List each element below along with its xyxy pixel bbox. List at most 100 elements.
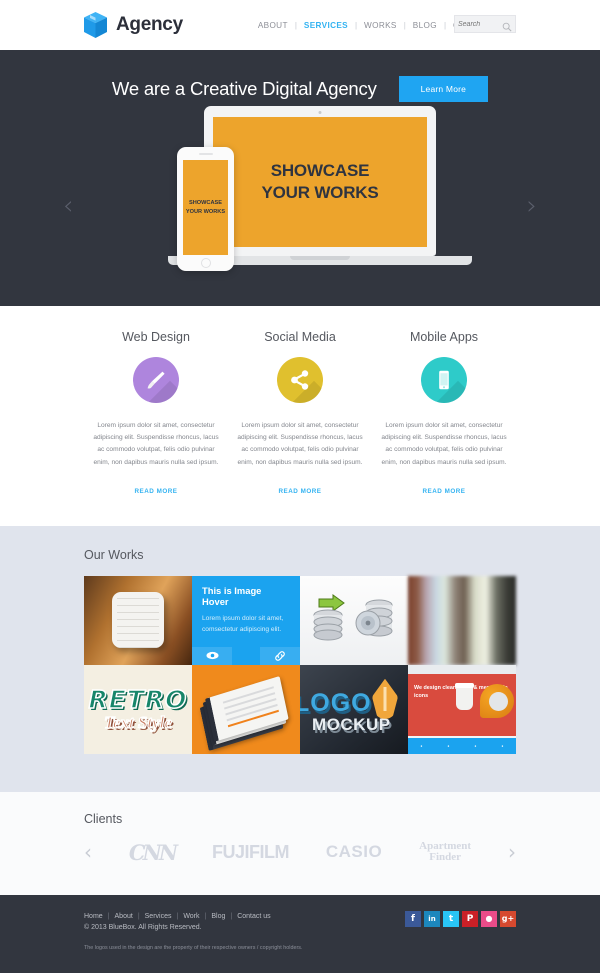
nav-item-blog[interactable]: BLOG — [406, 21, 444, 30]
learn-more-button[interactable]: Learn More — [398, 76, 489, 102]
business-cards-icon — [199, 675, 289, 751]
web-template-navbar — [408, 664, 516, 674]
service-card-mobile-apps: Mobile Apps Lorem ipsum dolor sit amet, … — [372, 330, 516, 498]
facebook-icon[interactable]: f — [405, 910, 421, 927]
feature-dot: ● — [447, 743, 450, 748]
phone-screen-line2: YOUR WORKS — [185, 208, 226, 215]
laptop-screen-line2: YOUR WORKS — [261, 183, 379, 202]
search-box[interactable] — [454, 15, 516, 33]
cube-icon — [84, 12, 107, 38]
laptop-screen: SHOWCASE YOUR WORKS — [213, 117, 427, 247]
paintbrush-icon — [133, 357, 179, 403]
hero-slider: We are a Creative Digital Agency Learn M… — [0, 50, 600, 306]
service-read-more-link[interactable]: READ MORE — [423, 488, 466, 495]
phone-screen-line1: SHOWCASE — [189, 200, 222, 207]
web-template-features: ● ● ● ● — [408, 737, 516, 754]
clients-carousel: ‹ CNN FUJIFILM CASIO Apartment Finder › — [84, 840, 516, 865]
coffee-cup-icon — [455, 682, 474, 710]
googleplus-icon[interactable]: g+ — [500, 910, 516, 927]
logo-mockup-line1: LOGO — [300, 688, 372, 717]
service-description: Lorem ipsum dolor sit amet, consectetur … — [93, 422, 219, 466]
device-mockups: SHOWCASE YOUR WORKS SHOWCASE YOUR WORKS — [0, 106, 600, 276]
apartment-finder-line2: Finder — [429, 851, 461, 864]
service-read-more-link[interactable]: READ MORE — [135, 488, 178, 495]
site-header: Agency ABOUT | SERVICES | WORKS | BLOG |… — [0, 0, 600, 50]
works-section: Our Works This is Image Hover Lorem ipsu… — [0, 525, 600, 792]
hero-title: We are a Creative Digital Agency — [111, 78, 377, 99]
footer-link-contact-us[interactable]: Contact us — [232, 913, 275, 920]
link-icon[interactable] — [260, 646, 300, 665]
dribbble-icon[interactable]: ● — [481, 910, 497, 927]
search-input[interactable] — [458, 20, 502, 28]
brand-logo[interactable]: Agency — [84, 12, 183, 38]
linkedin-icon[interactable]: in — [424, 910, 440, 927]
work-item-notebook-app-icon[interactable] — [84, 575, 192, 665]
service-card-social-media: Social Media Lorem ipsum dolor sit amet,… — [228, 330, 372, 498]
retro-line2: Text Style — [103, 713, 172, 733]
database-arrow-icon — [311, 593, 349, 648]
fujifilm-logo[interactable]: FUJIFILM — [212, 842, 290, 863]
footer-link-work[interactable]: Work — [178, 913, 204, 920]
work-item-image-hover[interactable]: This is Image Hover Lorem ipsum dolor si… — [192, 575, 300, 665]
footer-link-services[interactable]: Services — [140, 913, 177, 920]
clients-title: Clients — [84, 811, 123, 826]
hover-title: This is Image Hover — [202, 584, 262, 607]
casio-logo[interactable]: CASIO — [326, 842, 382, 862]
brand-name: Agency — [116, 14, 183, 35]
hover-action-bar — [192, 646, 300, 665]
footer-link-home[interactable]: Home — [84, 913, 108, 920]
pinterest-icon[interactable]: P — [462, 910, 478, 927]
works-title: Our Works — [84, 547, 144, 562]
hover-text: Lorem ipsum dolor sit amet, comsectetur … — [202, 614, 284, 633]
apartment-finder-logo[interactable]: Apartment Finder — [419, 840, 471, 864]
nav-item-works[interactable]: WORKS — [357, 21, 404, 30]
feature-dot: ● — [501, 743, 504, 748]
page-root: Agency ABOUT | SERVICES | WORKS | BLOG |… — [0, 0, 600, 973]
feature-dot: ● — [420, 743, 423, 748]
eye-icon[interactable] — [192, 646, 232, 665]
footer-link-blog[interactable]: Blog — [206, 913, 230, 920]
service-description: Lorem ipsum dolor sit amet, consectetur … — [381, 422, 507, 466]
feature-dot: ● — [474, 743, 477, 748]
speech-bubble-icon — [480, 683, 514, 718]
logo-mockup-line2: MOCKUP — [312, 714, 391, 734]
work-item-blurred-color-stripes[interactable] — [408, 575, 516, 665]
work-item-logo-mockup[interactable]: LOGO MOCKUP — [300, 664, 408, 754]
work-item-business-card-mockup[interactable] — [192, 664, 300, 754]
mobile-phone-icon — [421, 357, 467, 403]
laptop-mockup: SHOWCASE YOUR WORKS — [204, 106, 436, 256]
works-grid: This is Image Hover Lorem ipsum dolor si… — [84, 575, 516, 754]
phone-mockup: SHOWCASE YOUR WORKS — [177, 147, 234, 271]
nav-item-services[interactable]: SERVICES — [297, 21, 355, 30]
retro-line1: RETRO — [88, 685, 188, 716]
service-description: Lorem ipsum dolor sit amet, consectetur … — [237, 422, 363, 466]
service-title: Mobile Apps — [409, 330, 479, 344]
lightbulb-icon — [372, 678, 398, 719]
social-links: f in t P ● g+ — [405, 910, 516, 927]
cnn-logo[interactable]: CNN — [129, 840, 178, 865]
service-read-more-link[interactable]: READ MORE — [279, 488, 322, 495]
laptop-screen-line1: SHOWCASE — [270, 161, 370, 181]
search-icon[interactable] — [502, 19, 512, 32]
clients-next-arrow[interactable]: › — [508, 840, 516, 864]
database-disc-icon — [353, 593, 397, 648]
work-item-retro-text-style[interactable]: RETRO Text Style — [84, 664, 192, 754]
phone-home-button — [200, 258, 211, 268]
work-item-web-template-preview[interactable]: We design clean, crisp & memorable icons… — [408, 664, 516, 754]
clients-prev-arrow[interactable]: ‹ — [84, 840, 92, 864]
service-title: Web Design — [122, 330, 190, 344]
twitter-icon[interactable]: t — [443, 910, 459, 927]
service-title: Social Media — [264, 330, 336, 344]
clients-section: Clients ‹ CNN FUJIFILM CASIO Apartment F… — [0, 791, 600, 895]
work-item-database-backup-icons[interactable] — [300, 575, 408, 665]
footer-disclaimer: The logos used in the design are the pro… — [84, 944, 303, 951]
footer-link-about[interactable]: About — [110, 913, 138, 920]
phone-screen: SHOWCASE YOUR WORKS — [183, 160, 228, 255]
web-template-hero: We design clean, crisp & memorable icons — [408, 673, 516, 736]
nav-item-about[interactable]: ABOUT — [251, 21, 295, 30]
hero-headline-row: We are a Creative Digital Agency Learn M… — [0, 50, 600, 102]
services-section: Web Design Lorem ipsum dolor sit amet, c… — [0, 306, 600, 526]
service-card-web-design: Web Design Lorem ipsum dolor sit amet, c… — [84, 330, 228, 498]
notebook-icon — [112, 592, 164, 649]
site-footer: Home | About | Services | Work | Blog | … — [0, 894, 600, 973]
